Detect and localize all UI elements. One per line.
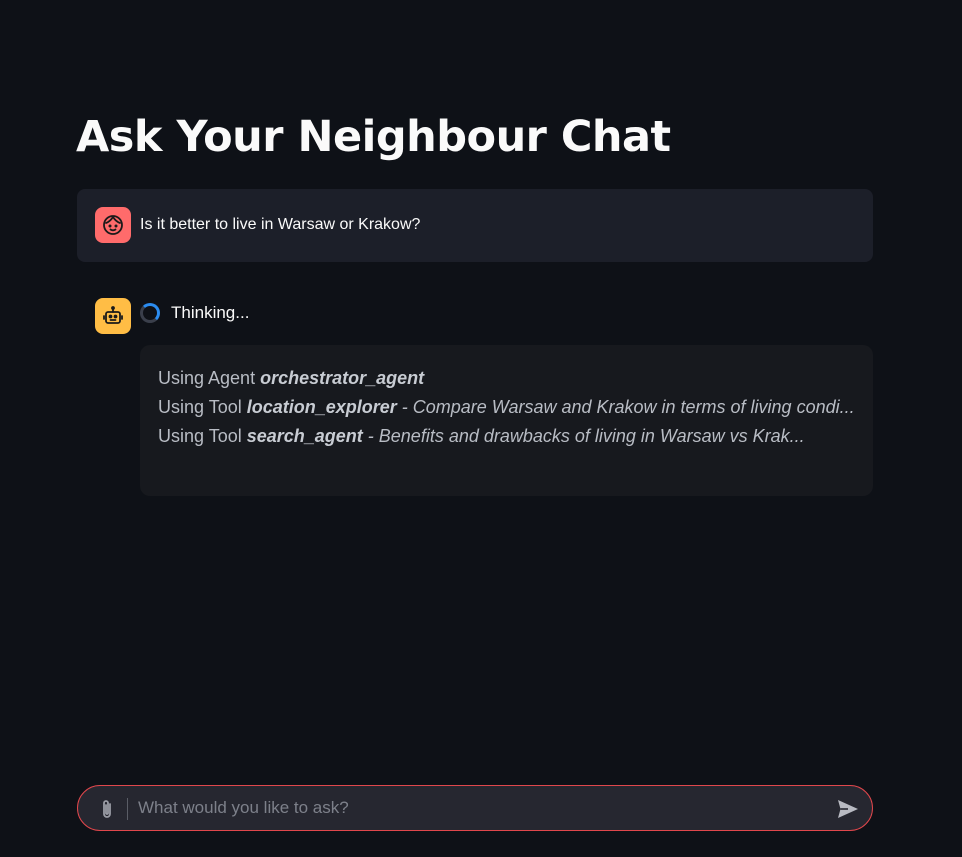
- input-divider: [127, 798, 128, 820]
- assistant-status: Thinking...: [140, 299, 249, 327]
- step-description: - Compare Warsaw and Krakow in terms of …: [396, 397, 855, 417]
- step-line: Using Agent orchestrator_agent: [158, 364, 855, 393]
- paperclip-icon[interactable]: [98, 797, 116, 821]
- loading-spinner-icon: [140, 303, 160, 323]
- agent-steps-panel: Using Agent orchestrator_agent Using Too…: [140, 345, 873, 496]
- chat-input[interactable]: [138, 786, 818, 830]
- send-icon[interactable]: [836, 797, 860, 821]
- user-message: Is it better to live in Warsaw or Krakow…: [77, 189, 873, 262]
- step-line: Using Tool search_agent - Benefits and d…: [158, 422, 855, 451]
- step-prefix: Using Agent: [158, 368, 261, 388]
- step-description: - Benefits and drawbacks of living in Wa…: [362, 426, 805, 446]
- face-icon: [103, 215, 123, 235]
- assistant-avatar: [95, 298, 131, 334]
- status-text: Thinking...: [171, 303, 250, 322]
- step-name: location_explorer: [246, 397, 397, 417]
- step-prefix: Using Tool: [158, 426, 247, 446]
- page-title: Ask Your Neighbour Chat: [76, 112, 671, 162]
- step-name: orchestrator_agent: [260, 368, 425, 388]
- chat-input-bar: [77, 785, 873, 831]
- step-prefix: Using Tool: [158, 397, 247, 417]
- app-page: Ask Your Neighbour Chat Is it better to …: [0, 0, 962, 857]
- step-line: Using Tool location_explorer - Compare W…: [158, 393, 855, 422]
- robot-icon: [103, 306, 123, 324]
- step-name: search_agent: [246, 426, 363, 446]
- user-avatar: [95, 207, 131, 243]
- user-message-text: Is it better to live in Warsaw or Krakow…: [140, 216, 421, 233]
